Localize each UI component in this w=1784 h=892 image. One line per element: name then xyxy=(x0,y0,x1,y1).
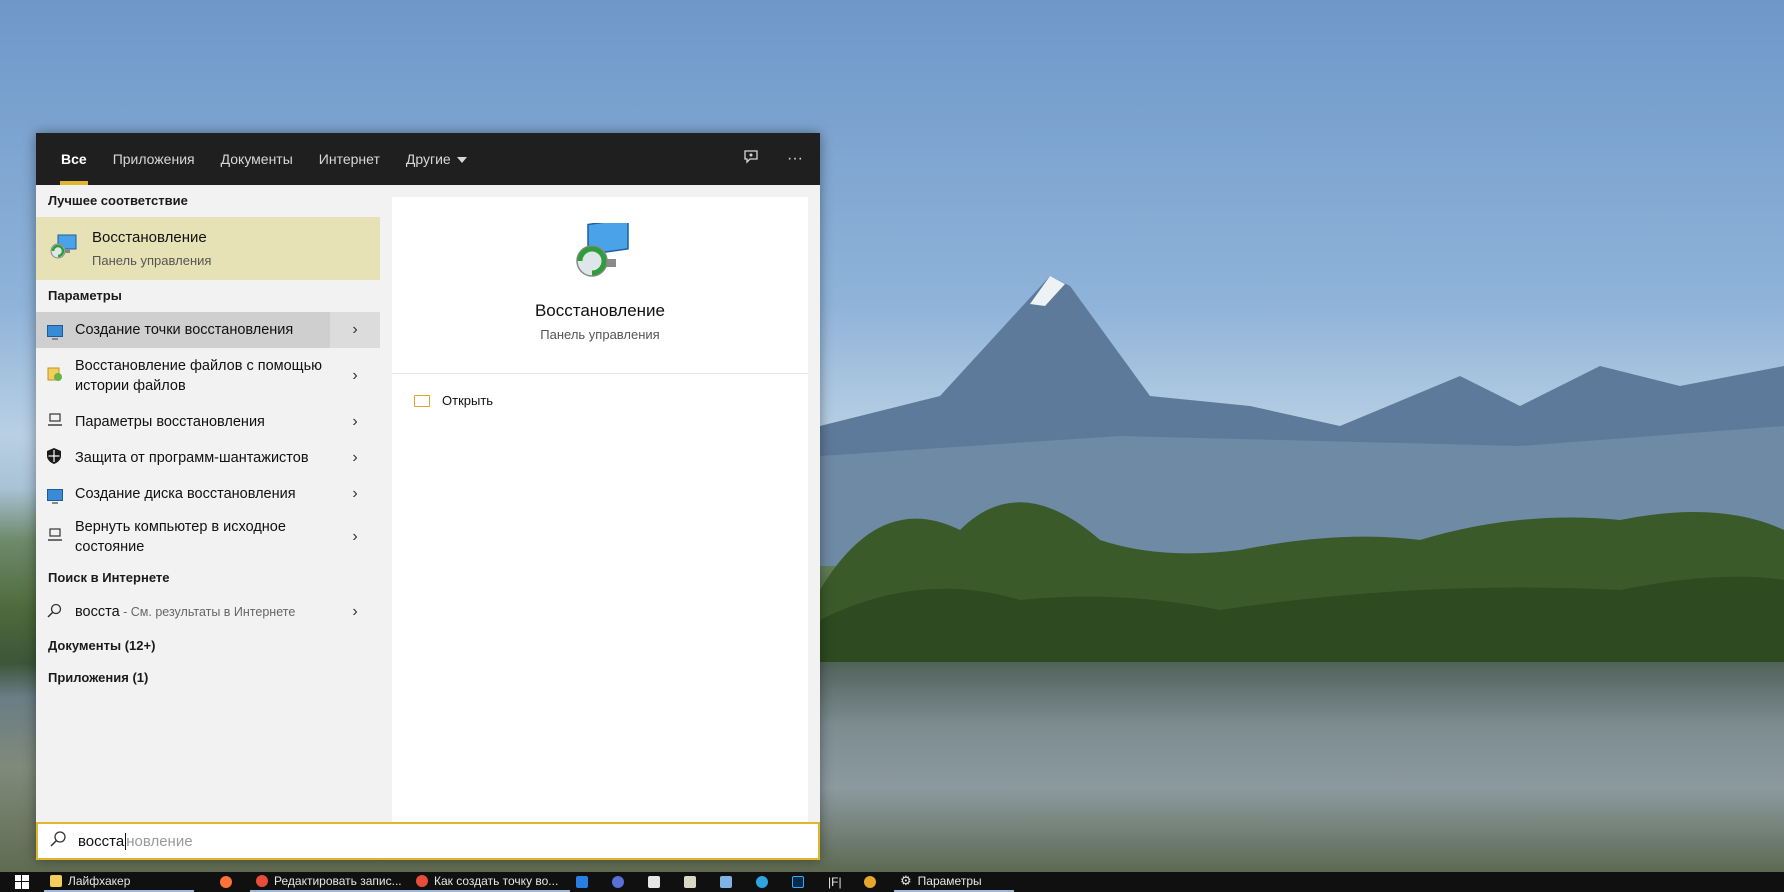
warning-icon xyxy=(864,876,876,888)
taskbar-item-telegram[interactable] xyxy=(750,872,786,892)
search-tabbar: Все Приложения Документы Интернет Другие… xyxy=(36,133,820,185)
search-icon xyxy=(36,603,66,622)
taskbar-item-mail[interactable] xyxy=(570,872,606,892)
chevron-right-icon[interactable]: › xyxy=(330,594,380,630)
results-list: Лучшее соответствие Восстановление Панел… xyxy=(36,185,380,825)
notes-icon xyxy=(648,876,660,888)
taskbar: Лайфхакер Редактировать запис... Как соз… xyxy=(0,872,1784,892)
windows-icon xyxy=(15,875,29,889)
best-match-item[interactable]: Восстановление Панель управления xyxy=(36,217,380,280)
best-match-title: Восстановление xyxy=(92,229,207,246)
chevron-right-icon[interactable]: › xyxy=(330,476,380,512)
setting-item-recovery-drive[interactable]: Создание диска восстановления › xyxy=(36,476,380,512)
settings-header: Параметры xyxy=(48,288,122,303)
setting-item-label: Параметры восстановления xyxy=(75,414,265,430)
cube-icon xyxy=(720,876,732,888)
gear-icon: ⚙ xyxy=(900,873,912,888)
system-pc-icon xyxy=(36,486,66,504)
start-button[interactable] xyxy=(0,872,44,892)
taskbar-item-f[interactable]: |F| xyxy=(822,872,858,892)
setting-item-ransomware-protection[interactable]: Защита от программ-шантажистов › xyxy=(36,440,380,476)
web-search-hint: - См. результаты в Интернете xyxy=(119,605,296,619)
taskbar-item-label: Лайфхакер xyxy=(68,874,131,888)
shield-icon xyxy=(36,448,66,468)
forest-image xyxy=(820,502,1784,670)
best-match-subtitle: Панель управления xyxy=(92,253,212,268)
file-history-icon xyxy=(36,366,66,386)
divider xyxy=(392,373,808,374)
setting-item-label: Вернуть компьютер в исходное состояние xyxy=(75,519,286,555)
taskbar-item-label: Как создать точку во... xyxy=(434,874,559,888)
taskbar-item-app[interactable] xyxy=(606,872,642,892)
tab-documents[interactable]: Документы xyxy=(208,133,306,185)
chevron-right-icon[interactable]: › xyxy=(330,312,380,348)
tab-web[interactable]: Интернет xyxy=(306,133,393,185)
setting-item-reset-pc[interactable]: Вернуть компьютер в исходное состояние › xyxy=(36,512,380,562)
tab-other[interactable]: Другие xyxy=(393,133,480,185)
apps-header[interactable]: Приложения (1) xyxy=(36,662,380,694)
chevron-right-icon[interactable]: › xyxy=(330,440,380,476)
setting-item-file-history[interactable]: Восстановление файлов с помощью истории … xyxy=(36,348,380,404)
setting-item-label: Создание диска восстановления xyxy=(75,486,296,502)
photoshop-icon xyxy=(792,876,804,888)
setting-item-label: Создание точки восстановления xyxy=(75,322,294,338)
recovery-options-icon xyxy=(36,528,66,546)
taskbar-item-warning[interactable] xyxy=(858,872,894,892)
search-icon xyxy=(38,830,78,852)
telegram-icon xyxy=(756,876,768,888)
lake-image xyxy=(820,662,1784,872)
setting-item-label: Восстановление файлов с помощью истории … xyxy=(75,358,323,394)
chevron-down-icon xyxy=(456,157,467,164)
chevron-right-icon[interactable]: › xyxy=(330,348,380,404)
search-input[interactable]: восста новление xyxy=(36,822,820,860)
search-autocomplete: новление xyxy=(126,832,193,850)
web-search-item[interactable]: восста - См. результаты в Интернете › xyxy=(36,594,380,630)
documents-header[interactable]: Документы (12+) xyxy=(36,630,380,662)
preview-pane: Восстановление Панель управления Открыть xyxy=(392,197,808,825)
preview-subtitle: Панель управления xyxy=(540,327,660,342)
feedback-icon[interactable] xyxy=(740,149,762,170)
search-panel: Все Приложения Документы Интернет Другие… xyxy=(36,133,820,860)
web-search-query: восста xyxy=(75,604,120,620)
recovery-icon xyxy=(576,223,629,277)
taskbar-item-tasks[interactable] xyxy=(678,872,714,892)
setting-item-recovery-options[interactable]: Параметры восстановления › xyxy=(36,404,380,440)
firefox-icon xyxy=(220,876,232,888)
open-icon xyxy=(414,394,430,407)
taskbar-item-explorer[interactable]: Лайфхакер xyxy=(44,872,194,892)
setting-item-label: Защита от программ-шантажистов xyxy=(75,450,309,466)
setting-item-create-restore-point[interactable]: Создание точки восстановления › xyxy=(36,312,380,348)
folder-icon xyxy=(50,875,62,887)
recovery-icon xyxy=(50,234,77,259)
chrome-icon xyxy=(256,875,268,887)
web-search-header: Поиск в Интернете xyxy=(48,570,170,585)
chrome-icon xyxy=(416,875,428,887)
taskbar-item-photoshop[interactable] xyxy=(786,872,822,892)
more-icon[interactable]: ··· xyxy=(784,150,806,168)
tab-apps[interactable]: Приложения xyxy=(100,133,208,185)
taskbar-item-label: Редактировать запис... xyxy=(274,874,402,888)
taskbar-item-cube[interactable] xyxy=(714,872,750,892)
taskbar-item-firefox[interactable] xyxy=(214,872,250,892)
taskbar-item-chrome-1[interactable]: Редактировать запис... xyxy=(250,872,410,892)
taskbar-item-notes[interactable] xyxy=(642,872,678,892)
app-icon xyxy=(612,876,624,888)
recovery-options-icon xyxy=(36,413,66,431)
chevron-right-icon[interactable]: › xyxy=(330,512,380,562)
taskbar-item-label: Параметры xyxy=(917,874,982,888)
preview-title: Восстановление xyxy=(534,301,666,320)
chevron-right-icon[interactable]: › xyxy=(330,404,380,440)
best-match-header: Лучшее соответствие xyxy=(48,193,188,208)
tab-other-label: Другие xyxy=(405,151,451,167)
mail-icon xyxy=(576,876,588,888)
open-action-label: Открыть xyxy=(442,393,494,408)
taskbar-item-label: |F| xyxy=(828,875,842,889)
system-pc-icon xyxy=(36,322,66,340)
open-action[interactable]: Открыть xyxy=(414,393,493,408)
taskbar-item-chrome-2[interactable]: Как создать точку во... xyxy=(410,872,570,892)
tasks-icon xyxy=(684,876,696,888)
taskbar-item-settings[interactable]: ⚙ Параметры xyxy=(894,872,1014,892)
search-typed-text: восста xyxy=(78,832,127,850)
tab-all[interactable]: Все xyxy=(48,133,100,185)
